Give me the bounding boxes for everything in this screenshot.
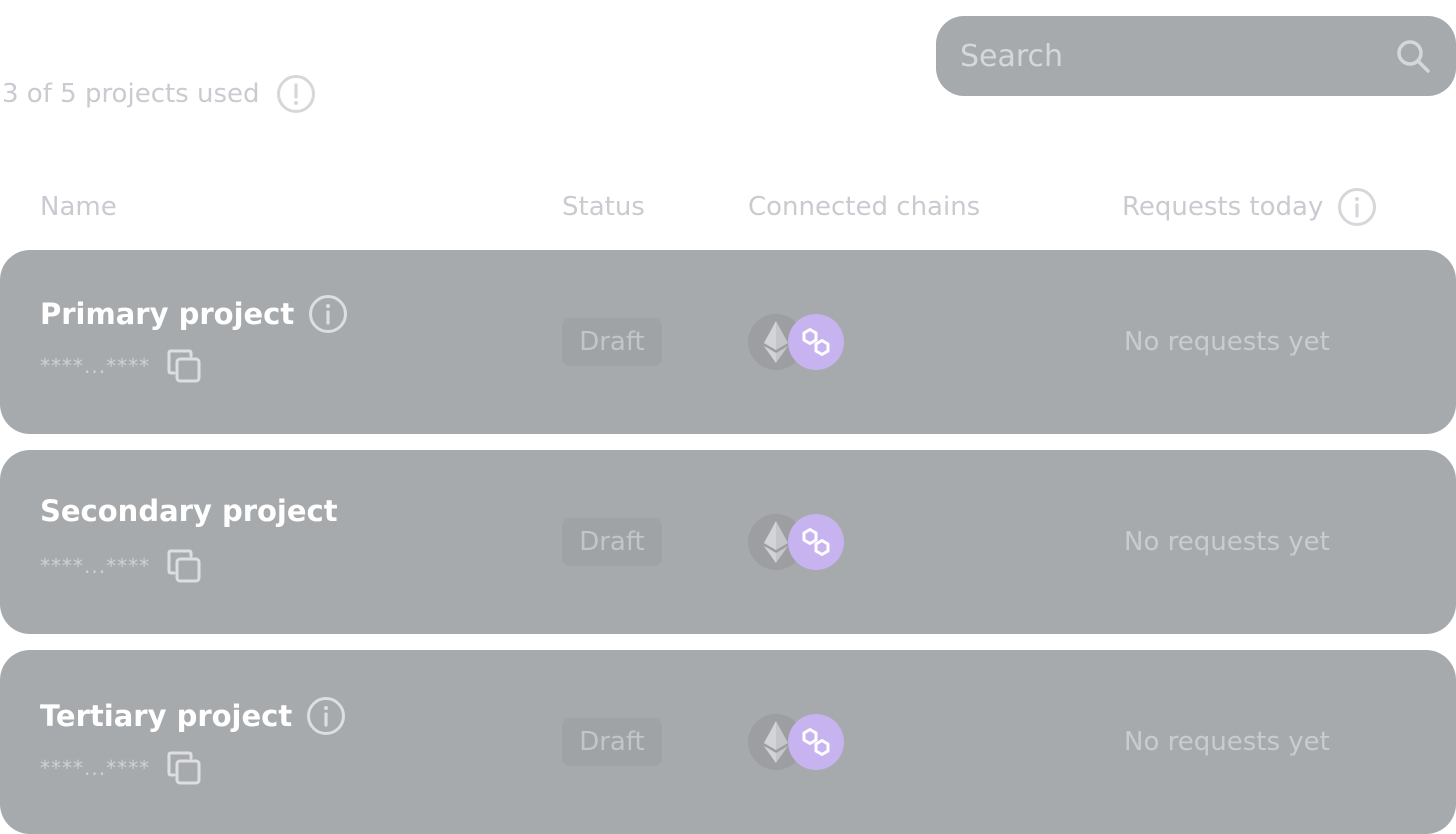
status-badge: Draft [562, 718, 662, 766]
project-name-wrap: Tertiary project [40, 696, 346, 736]
search-icon[interactable] [1394, 37, 1432, 75]
api-key-masked: ****...**** [40, 756, 151, 780]
search-bar[interactable] [936, 16, 1456, 96]
project-row[interactable]: Secondary project ****...**** Draft No r… [0, 450, 1456, 634]
info-icon[interactable] [308, 294, 348, 334]
connected-chains [748, 514, 848, 570]
api-key: ****...**** [40, 750, 202, 786]
column-header-requests: Requests today [1122, 188, 1377, 226]
project-name[interactable]: Tertiary project [40, 699, 292, 733]
status-badge: Draft [562, 318, 662, 366]
api-key-masked: ****...**** [40, 354, 151, 378]
projects-page: 3 of 5 projects used Name Status Connect… [0, 0, 1456, 834]
status-badge: Draft [562, 518, 662, 566]
api-key: ****...**** [40, 548, 202, 584]
connected-chains [748, 714, 848, 770]
requests-today: No requests yet [1124, 727, 1330, 757]
column-header-chains: Connected chains [748, 192, 981, 222]
search-input[interactable] [960, 38, 1394, 74]
copy-icon[interactable] [166, 750, 202, 786]
copy-icon[interactable] [166, 348, 202, 384]
requests-today: No requests yet [1124, 327, 1330, 357]
usage-text: 3 of 5 projects used [2, 79, 260, 109]
project-name-wrap: Secondary project [40, 494, 338, 528]
column-header-name: Name [40, 192, 117, 222]
column-header-status: Status [562, 192, 645, 222]
connected-chains [748, 314, 848, 370]
project-row[interactable]: Tertiary project ****...**** Draft No re… [0, 650, 1456, 834]
polygon-icon [788, 514, 844, 570]
requests-today: No requests yet [1124, 527, 1330, 557]
api-key: ****...**** [40, 348, 202, 384]
exclamation-circle-icon[interactable] [276, 74, 316, 114]
polygon-icon [788, 314, 844, 370]
copy-icon[interactable] [166, 548, 202, 584]
project-name-wrap: Primary project [40, 294, 348, 334]
api-key-masked: ****...**** [40, 554, 151, 578]
project-name[interactable]: Secondary project [40, 494, 338, 528]
project-name[interactable]: Primary project [40, 297, 294, 331]
project-usage: 3 of 5 projects used [2, 72, 316, 116]
polygon-icon [788, 714, 844, 770]
project-row[interactable]: Primary project ****...**** Draft No req… [0, 250, 1456, 434]
info-icon[interactable] [306, 696, 346, 736]
info-icon[interactable] [1337, 187, 1377, 227]
